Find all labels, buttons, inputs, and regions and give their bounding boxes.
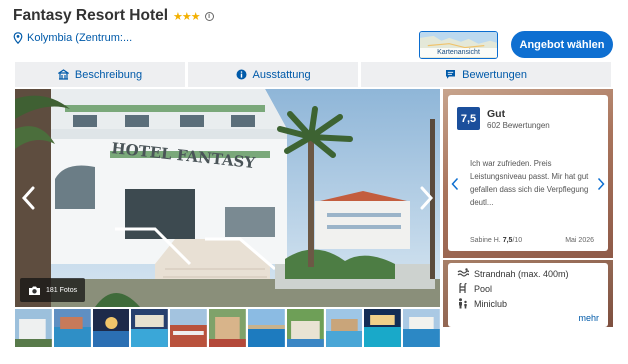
hotel-title[interactable]: Fantasy Resort Hotel [13, 7, 168, 25]
camera-icon [29, 286, 40, 295]
tab-description[interactable]: Beschreibung [15, 62, 186, 87]
thumbnail-image [131, 309, 169, 347]
tab-reviews[interactable]: Bewertungen [361, 62, 611, 87]
thumbnail[interactable] [364, 309, 402, 347]
thumbnail-image [209, 309, 246, 347]
thumbnail[interactable] [92, 309, 130, 347]
review-author-line: Sabine H. 7,5/10 [470, 237, 522, 244]
thumbnail[interactable] [403, 309, 440, 347]
tab-amenities[interactable]: Ausstattung [188, 62, 359, 87]
chevron-left-icon[interactable] [19, 186, 39, 210]
chevron-left-icon[interactable] [451, 177, 459, 191]
review-author: Sabine H. [470, 237, 501, 244]
thumbnail-image [403, 309, 440, 347]
tab-label: Ausstattung [252, 68, 311, 81]
location-link[interactable]: Kolymbia (Zentrum:... [13, 32, 132, 44]
family-icon [459, 298, 467, 309]
building-icon [57, 69, 69, 80]
feature-label: Pool [474, 283, 493, 294]
review-date: Mai 2026 [565, 237, 594, 244]
thumbnail[interactable] [53, 309, 91, 347]
thumbnail-image [92, 309, 130, 347]
thumbnail-image [286, 309, 324, 347]
thumbnail-image [53, 309, 91, 347]
star-rating: ★★★ [173, 10, 201, 23]
hotel-main-photo: HOTEL FANTASY [15, 89, 440, 307]
thumbnail-image [170, 309, 208, 347]
review-text: Ich war zufrieden. Preis Leistungsniveau… [470, 159, 589, 207]
thumbnail-image [364, 309, 402, 347]
pool-ladder-icon [459, 283, 467, 293]
photo-gallery[interactable]: HOTEL FANTASY 181 Fotos [15, 89, 440, 307]
tab-bar: Beschreibung Ausstattung Bewertungen [15, 62, 611, 87]
feature-label: Miniclub [474, 298, 508, 309]
review-score-max: /10 [512, 237, 523, 244]
feature-pool: Pool [457, 283, 492, 294]
tab-label: Bewertungen [462, 68, 527, 81]
thumbnail-image [325, 309, 363, 347]
review-count[interactable]: 602 Bewertungen [487, 121, 550, 130]
more-link[interactable]: mehr [578, 313, 599, 323]
review-card[interactable]: 7,5 Gut 602 Bewertungen Ich war zufriede… [448, 95, 608, 251]
features-card: Strandnah (max. 400m) Pool Miniclub mehr [448, 263, 608, 327]
speech-bubble-icon [446, 70, 456, 79]
photo-count-text: 181 Fotos [46, 286, 78, 294]
feature-label: Strandnah (max. 400m) [474, 268, 569, 279]
map-view-button[interactable]: Kartenansicht [419, 31, 498, 59]
thumbnail-strip [15, 309, 440, 347]
review-author-score: 7,5 [502, 237, 513, 244]
rating-word: Gut [487, 108, 506, 120]
map-view-label: Kartenansicht [420, 48, 497, 57]
features-panel: Strandnah (max. 400m) Pool Miniclub mehr [443, 260, 613, 327]
tab-label: Beschreibung [74, 68, 143, 81]
thumbnail[interactable] [247, 309, 285, 347]
title-row: Fantasy Resort Hotel ★★★ i [13, 7, 214, 25]
thumbnail[interactable] [325, 309, 363, 347]
location-text: Kolymbia (Zentrum:... [27, 32, 133, 44]
chevron-right-icon[interactable] [416, 186, 436, 210]
info-icon[interactable]: i [204, 11, 214, 21]
thumbnail[interactable] [286, 309, 324, 347]
thumbnail-image [15, 309, 52, 347]
review-meta: Sabine H. 7,5/10 Mai 2026 [470, 237, 594, 244]
thumbnail-image [247, 309, 285, 347]
thumbnail[interactable] [209, 309, 246, 347]
review-panel: 7,5 Gut 602 Bewertungen Ich war zufriede… [443, 89, 613, 258]
waves-icon [457, 268, 469, 277]
thumbnail[interactable] [15, 309, 52, 347]
hotel-offer-page: Fantasy Resort Hotel ★★★ i Kolymbia (Zen… [0, 0, 628, 364]
feature-beach: Strandnah (max. 400m) [457, 268, 569, 279]
info-icon [236, 69, 246, 80]
photo-count-badge[interactable]: 181 Fotos [20, 278, 86, 302]
feature-miniclub: Miniclub [457, 298, 507, 309]
select-offer-button[interactable]: Angebot wählen [511, 31, 613, 58]
chevron-right-icon[interactable] [597, 177, 605, 191]
thumbnail[interactable] [170, 309, 208, 347]
map-pin-icon [13, 32, 23, 44]
thumbnail[interactable] [131, 309, 169, 347]
score-badge: 7,5 [457, 107, 480, 130]
